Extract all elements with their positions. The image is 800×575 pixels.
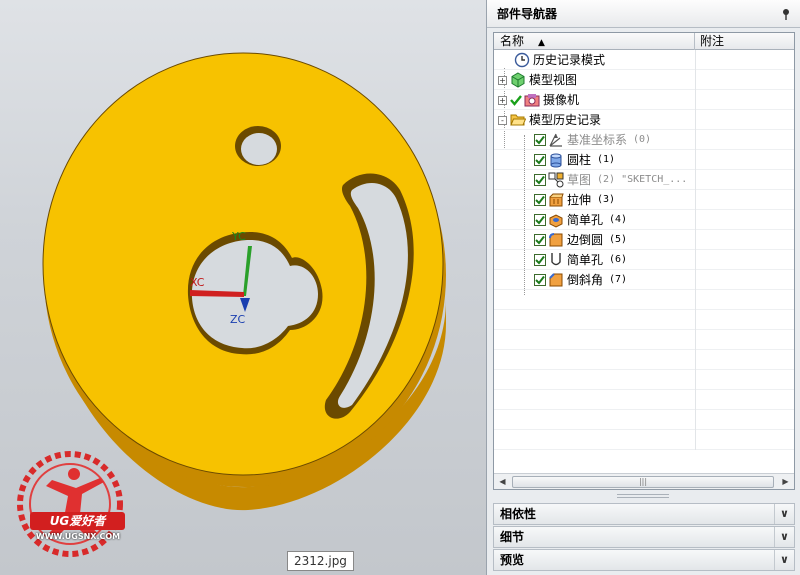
- column-header: 名称 ▲ 附注: [494, 33, 794, 50]
- feature-index: (2) "SKETCH_...: [597, 174, 688, 185]
- zc-axis-label: ZC: [230, 313, 246, 326]
- details-panel[interactable]: 细节 ∨: [493, 526, 795, 548]
- chevron-down-icon[interactable]: ∨: [774, 550, 794, 570]
- hole-outline-icon: [551, 253, 561, 266]
- tree-row-label: 基准坐标系: [567, 133, 628, 147]
- datum-csys-icon: [549, 133, 562, 147]
- watermark-url: WWW.UGSNX.COM: [35, 532, 121, 541]
- navigator-title-bar: 部件导航器: [487, 0, 800, 28]
- tree-row-feature[interactable]: 简单孔 (4): [494, 210, 794, 230]
- extrude-icon: [549, 193, 564, 207]
- feature-index: (3): [597, 194, 616, 205]
- column-name-header[interactable]: 名称 ▲: [494, 33, 695, 50]
- feature-checkbox[interactable]: [534, 134, 546, 146]
- tree-row-feature[interactable]: 草图 (2) "SKETCH_...: [494, 170, 794, 190]
- expand-icon[interactable]: +: [498, 75, 507, 85]
- tree-row-label: 边倒圆: [567, 233, 604, 247]
- part-navigator-panel: 部件导航器 名称 ▲ 附注 历史记录模式 + 模型视图 + 摄像机 - 模型历史…: [486, 0, 800, 575]
- collapse-icon[interactable]: -: [498, 115, 507, 125]
- tree-row-model-views[interactable]: + 模型视图: [494, 70, 794, 90]
- scrollbar-thumb[interactable]: |||: [512, 476, 774, 488]
- navigator-tree[interactable]: 名称 ▲ 附注 历史记录模式 + 模型视图 + 摄像机 - 模型历史记录 基准坐…: [493, 32, 795, 490]
- watermark-brand: UG爱好者: [30, 512, 125, 530]
- tree-row-label: 摄像机: [543, 93, 580, 107]
- edge-blend-icon: [549, 233, 563, 247]
- tree-row-label: 简单孔: [567, 253, 604, 267]
- feature-index: (4): [609, 214, 628, 225]
- sketch-icon: [548, 172, 564, 188]
- tree-row-label: 模型历史记录: [529, 113, 602, 127]
- yc-axis-label: YC: [232, 230, 246, 243]
- tree-row-feature[interactable]: 圆柱 (1): [494, 150, 794, 170]
- graphics-viewport[interactable]: YC XC ZC UG爱好者 WWW.UGSNX.COM 2312.jpg: [0, 0, 486, 575]
- feature-checkbox[interactable]: [534, 274, 546, 286]
- sort-ascending-icon: ▲: [538, 38, 545, 48]
- tree-row-label: 草图: [567, 173, 592, 187]
- green-check-icon: [510, 95, 522, 106]
- tree-row-feature[interactable]: 边倒圆 (5): [494, 230, 794, 250]
- feature-checkbox[interactable]: [534, 254, 546, 266]
- tree-row-model-history[interactable]: - 模型历史记录: [494, 110, 794, 130]
- preview-panel[interactable]: 预览 ∨: [493, 549, 795, 571]
- feature-checkbox[interactable]: [534, 174, 546, 186]
- panel-splitter[interactable]: [617, 494, 669, 498]
- feature-index: (5): [609, 234, 628, 245]
- chevron-down-icon[interactable]: ∨: [774, 504, 794, 524]
- tree-row-feature[interactable]: 倒斜角 (7): [494, 270, 794, 290]
- scroll-right-icon[interactable]: ▶: [778, 475, 793, 489]
- pin-icon[interactable]: [781, 8, 791, 20]
- feature-checkbox[interactable]: [534, 194, 546, 206]
- filename-tooltip: 2312.jpg: [287, 551, 354, 571]
- clock-icon: [514, 52, 530, 68]
- ug-logo-watermark: [17, 451, 123, 557]
- horizontal-scrollbar[interactable]: ◀ ||| ▶: [494, 473, 794, 489]
- chamfer-icon: [549, 273, 563, 287]
- cylinder-icon: [550, 153, 562, 168]
- feature-checkbox[interactable]: [534, 214, 546, 226]
- tree-row-feature[interactable]: 基准坐标系 (0): [494, 130, 794, 150]
- expand-icon[interactable]: +: [498, 95, 507, 105]
- chevron-down-icon[interactable]: ∨: [774, 527, 794, 547]
- dependencies-panel[interactable]: 相依性 ∨: [493, 503, 795, 525]
- tree-row-feature[interactable]: 简单孔 (6): [494, 250, 794, 270]
- tree-row-feature[interactable]: 拉伸 (3): [494, 190, 794, 210]
- folder-open-icon: [510, 114, 526, 126]
- feature-checkbox[interactable]: [534, 154, 546, 166]
- tree-row-label: 拉伸: [567, 193, 592, 207]
- tree-row-history-mode[interactable]: 历史记录模式: [494, 50, 794, 70]
- model-views-icon: [511, 72, 525, 88]
- navigator-title: 部件导航器: [497, 7, 558, 21]
- feature-index: (0): [633, 134, 652, 145]
- xc-axis-label: XC: [190, 276, 205, 289]
- tree-row-label: 模型视图: [529, 73, 578, 87]
- scroll-left-icon[interactable]: ◀: [495, 475, 510, 489]
- feature-index: (7): [609, 274, 628, 285]
- camera-icon: [524, 94, 540, 107]
- tree-rows: 历史记录模式 + 模型视图 + 摄像机 - 模型历史记录 基准坐标系 (0) 圆…: [494, 50, 794, 450]
- tree-row-label: 历史记录模式: [533, 53, 606, 67]
- hole-icon: [549, 214, 563, 228]
- tree-row-camera[interactable]: + 摄像机: [494, 90, 794, 110]
- column-note-header[interactable]: 附注: [700, 33, 724, 49]
- feature-index: (1): [597, 154, 616, 165]
- tree-row-label: 简单孔: [567, 213, 604, 227]
- feature-checkbox[interactable]: [534, 234, 546, 246]
- tree-row-label: 圆柱: [567, 153, 592, 167]
- feature-index: (6): [609, 254, 628, 265]
- tree-row-label: 倒斜角: [567, 273, 604, 287]
